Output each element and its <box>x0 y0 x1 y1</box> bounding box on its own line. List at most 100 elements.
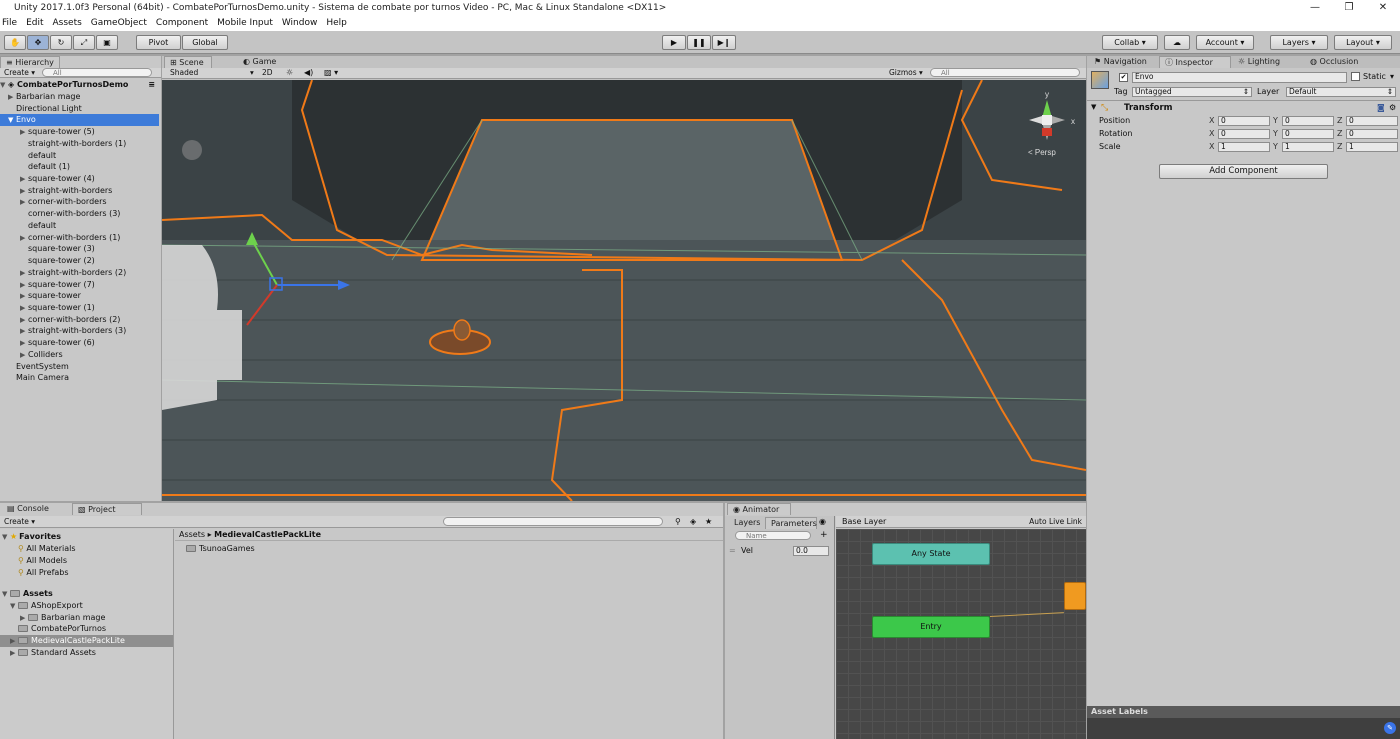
pause-button[interactable]: ❚❚ <box>687 35 711 50</box>
lighting-toggle-icon[interactable]: ☼ <box>286 68 293 78</box>
axis-label[interactable]: X <box>1209 129 1214 138</box>
step-button[interactable]: ▶❙ <box>712 35 736 50</box>
parameter-search-input[interactable]: Name <box>735 531 811 540</box>
gameobject-name-field[interactable]: Envo <box>1132 72 1347 83</box>
menu-window[interactable]: Window <box>282 16 318 31</box>
axis-label[interactable]: Z <box>1337 129 1342 138</box>
hierarchy-item[interactable]: ▶ corner-with-borders <box>0 196 159 208</box>
menu-help[interactable]: Help <box>326 16 347 31</box>
hierarchy-item[interactable]: ▶ Barbarian mage <box>0 91 159 103</box>
axis-label[interactable]: Y <box>1273 129 1278 138</box>
menu-component[interactable]: Component <box>156 16 208 31</box>
layers-dropdown[interactable]: Layers ▾ <box>1270 35 1328 50</box>
hierarchy-create-button[interactable]: Create ▾ <box>4 68 35 78</box>
hierarchy-item[interactable]: ▶ straight-with-borders <box>0 185 159 197</box>
transform-y-field[interactable]: 0 <box>1282 116 1334 126</box>
hierarchy-item[interactable]: default <box>0 220 159 232</box>
hierarchy-item[interactable]: ▶ corner-with-borders (1) <box>0 232 159 244</box>
hierarchy-item[interactable]: EventSystem <box>0 361 159 373</box>
hierarchy-item[interactable]: ▶ square-tower <box>0 290 159 302</box>
transform-y-field[interactable]: 1 <box>1282 142 1334 152</box>
persp-label[interactable]: < Persp <box>1028 148 1056 157</box>
mode-2d-toggle[interactable]: 2D <box>262 68 273 78</box>
play-button[interactable]: ▶ <box>662 35 686 50</box>
transform-header[interactable]: ▼ ⤡ Transform ◙ ⚙ <box>1087 103 1400 115</box>
static-dropdown-arrow[interactable]: ▾ <box>1390 72 1394 81</box>
audio-toggle-icon[interactable]: ◀) <box>304 68 313 78</box>
default-state-node[interactable] <box>1064 582 1086 610</box>
tab-inspector[interactable]: ⓘ Inspector <box>1159 56 1231 68</box>
menu-mobile-input[interactable]: Mobile Input <box>217 16 273 31</box>
transform-z-field[interactable]: 1 <box>1346 142 1398 152</box>
transform-expand-icon[interactable]: ▼ <box>1091 103 1096 111</box>
drag-handle-icon[interactable]: = <box>729 546 736 555</box>
breadcrumb-root[interactable]: Assets <box>179 530 205 539</box>
favorites-header[interactable]: ▼ ★ Favorites <box>2 531 61 543</box>
scene-viewport[interactable]: y x < Persp <box>162 80 1086 501</box>
transform-z-field[interactable]: 0 <box>1346 129 1398 139</box>
fav-item[interactable]: ⚲ All Prefabs <box>18 567 69 579</box>
axis-label[interactable]: X <box>1209 142 1214 151</box>
restore-icon[interactable]: ❐ <box>1332 0 1366 16</box>
hierarchy-search-input[interactable]: All <box>42 68 152 77</box>
content-folder-item[interactable]: TsunoaGames <box>186 543 255 555</box>
hand-tool-icon[interactable]: ✋ <box>4 35 26 50</box>
hierarchy-item[interactable]: square-tower (2) <box>0 255 159 267</box>
project-search-input[interactable] <box>443 517 663 526</box>
cloud-icon[interactable]: ☁ <box>1164 35 1190 50</box>
rect-tool-icon[interactable]: ▣ <box>96 35 118 50</box>
hierarchy-item[interactable]: straight-with-borders (1) <box>0 138 159 150</box>
layer-dropdown[interactable]: Default ⇕ <box>1286 87 1396 97</box>
axis-label[interactable]: Y <box>1273 116 1278 125</box>
asset-tree-item[interactable]: ▶ Barbarian mage <box>0 612 173 624</box>
menu-assets[interactable]: Assets <box>53 16 82 31</box>
base-layer-crumb[interactable]: Base Layer <box>842 516 886 528</box>
hierarchy-item[interactable]: default <box>0 150 159 162</box>
favorite-star-icon[interactable]: ★ <box>705 516 712 527</box>
hierarchy-item[interactable]: ▶ square-tower (4) <box>0 173 159 185</box>
collab-button[interactable]: Collab ▾ <box>1102 35 1158 50</box>
help-icon[interactable]: ◙ <box>1377 103 1385 112</box>
hierarchy-item[interactable]: ▶ square-tower (6) <box>0 337 159 349</box>
axis-label[interactable]: X <box>1209 116 1214 125</box>
tag-dropdown[interactable]: Untagged ⇕ <box>1132 87 1252 97</box>
transform-x-field[interactable]: 0 <box>1218 129 1270 139</box>
menu-file[interactable]: File <box>2 16 17 31</box>
tab-hierarchy[interactable]: ≡ Hierarchy <box>0 56 60 68</box>
component-settings-icon[interactable]: ⚙ <box>1389 103 1396 112</box>
project-create-button[interactable]: Create ▾ <box>4 516 35 527</box>
shading-dropdown-arrow[interactable]: ▾ <box>250 68 254 78</box>
transform-x-field[interactable]: 1 <box>1218 142 1270 152</box>
scene-menu-icon[interactable]: ≡ <box>148 79 155 91</box>
shading-mode-dropdown[interactable]: Shaded <box>170 68 198 78</box>
tab-animator[interactable]: ◉ Animator <box>727 503 791 515</box>
fav-item[interactable]: ⚲ All Models <box>18 555 67 567</box>
hierarchy-item[interactable]: corner-with-borders (3) <box>0 208 159 220</box>
account-dropdown[interactable]: Account ▾ <box>1196 35 1254 50</box>
move-tool-icon[interactable]: ✥ <box>27 35 49 50</box>
tab-navigation[interactable]: ⚑ Navigation <box>1089 56 1159 68</box>
hierarchy-item[interactable]: ▶ Colliders <box>0 349 159 361</box>
assets-header[interactable]: ▼ Assets <box>2 588 53 600</box>
pivot-button[interactable]: Pivot <box>136 35 181 50</box>
menu-edit[interactable]: Edit <box>26 16 43 31</box>
minimize-icon[interactable]: — <box>1298 0 1332 16</box>
entry-node[interactable]: Entry <box>872 616 990 638</box>
hierarchy-item[interactable]: ▶ straight-with-borders (2) <box>0 267 159 279</box>
transform-z-field[interactable]: 0 <box>1346 116 1398 126</box>
axis-label[interactable]: Z <box>1337 116 1342 125</box>
add-parameter-icon[interactable]: + <box>820 530 828 540</box>
tab-parameters[interactable]: Parameters <box>765 517 817 529</box>
auto-live-link-toggle[interactable]: Auto Live Link <box>1029 516 1082 528</box>
state-machine-graph[interactable]: Any State Entry <box>836 529 1086 739</box>
rotate-tool-icon[interactable]: ↻ <box>50 35 72 50</box>
hierarchy-item[interactable]: ▶ square-tower (7) <box>0 279 159 291</box>
fav-item[interactable]: ⚲ All Materials <box>18 543 76 555</box>
any-state-node[interactable]: Any State <box>872 543 990 565</box>
hierarchy-item[interactable]: ▶ square-tower (1) <box>0 302 159 314</box>
tab-project[interactable]: ▧ Project <box>72 503 142 515</box>
transform-y-field[interactable]: 0 <box>1282 129 1334 139</box>
tab-occlusion[interactable]: ◍ Occlusion <box>1305 56 1377 68</box>
hierarchy-item[interactable]: ▶ straight-with-borders (3) <box>0 325 159 337</box>
effects-toggle-icon[interactable]: ▨ ▾ <box>324 68 338 78</box>
